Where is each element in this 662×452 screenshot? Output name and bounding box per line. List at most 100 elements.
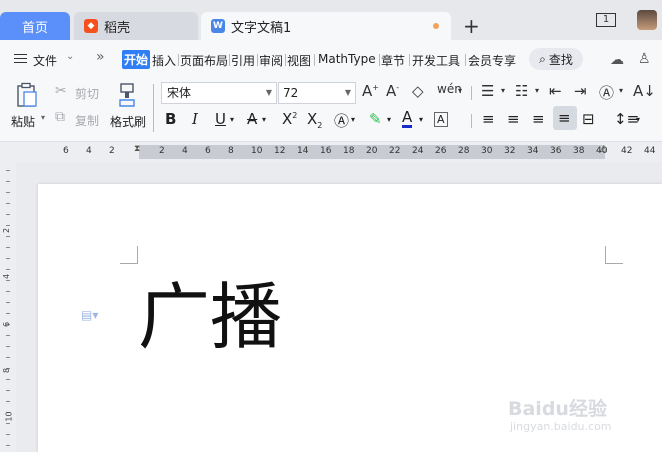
italic-icon[interactable]: I bbox=[192, 110, 198, 128]
text-direction-icon[interactable]: Ⓐ bbox=[599, 82, 614, 103]
ruler-tick bbox=[6, 423, 10, 424]
menu-tab-mathtype[interactable]: MathType bbox=[318, 52, 376, 66]
menu-tab-page-layout[interactable]: 页面布局 bbox=[180, 52, 228, 69]
tab-home[interactable]: 首页 bbox=[0, 12, 70, 40]
justify-button[interactable]: ≡ bbox=[553, 106, 577, 130]
left-indent-marker-icon[interactable]: ⧗ bbox=[134, 144, 140, 154]
ruler-tick bbox=[6, 280, 10, 281]
window-count-badge[interactable]: 1 bbox=[596, 13, 616, 27]
document-text[interactable]: 广播 bbox=[138, 272, 282, 362]
tab-daoke[interactable]: ◆ 稻壳 bbox=[74, 12, 198, 40]
ruler-tick bbox=[6, 379, 10, 380]
highlight-pen-icon[interactable]: ✎ bbox=[369, 110, 382, 128]
menu-tab-start[interactable]: 开始 bbox=[122, 50, 151, 69]
bullet-list-icon[interactable]: ☰ bbox=[481, 82, 494, 100]
menu-tab-chapter[interactable]: 章节 bbox=[381, 52, 405, 69]
bold-icon[interactable]: B bbox=[165, 110, 176, 128]
horizontal-ruler[interactable]: ⧗ △ 6 4 2 2 4 6 8 10 12 14 16 18 20 22 24 26 28 30 32 34 36 3… bbox=[0, 142, 662, 162]
underline-icon[interactable]: U bbox=[215, 110, 226, 128]
ruler-tick bbox=[6, 401, 10, 402]
superscript-icon[interactable]: X2 bbox=[282, 110, 297, 128]
char-border-icon[interactable]: A bbox=[434, 112, 448, 127]
chevron-down-icon[interactable]: ▾ bbox=[351, 115, 355, 124]
clear-format-eraser-icon[interactable]: ◇ bbox=[412, 82, 424, 100]
chevron-down-icon[interactable]: ▾ bbox=[419, 115, 423, 124]
align-left-icon[interactable]: ≡ bbox=[482, 110, 495, 128]
ruler-number: 42 bbox=[621, 146, 633, 156]
tab-daoke-label: 稻壳 bbox=[104, 20, 131, 36]
wps-writer-window: 首页 ◆ 稻壳 W 文字文稿1 + 1 文件 ⌄ » 开始 插入 页面布局 引用… bbox=[0, 0, 662, 452]
font-size-select[interactable]: 72 ▼ bbox=[278, 82, 356, 104]
double-chevron-right-icon[interactable]: » bbox=[96, 49, 105, 65]
chevron-down-icon[interactable]: ▾ bbox=[262, 115, 266, 124]
ruler-tick bbox=[6, 291, 10, 292]
tab-document-label: 文字文稿1 bbox=[231, 20, 292, 36]
ruler-number: 6 bbox=[63, 146, 69, 156]
decrease-indent-icon[interactable]: ⇤ bbox=[549, 82, 562, 100]
margin-corner-top-right bbox=[605, 246, 623, 264]
chevron-down-icon[interactable]: ▼ bbox=[266, 83, 272, 103]
file-menu[interactable]: 文件 bbox=[33, 52, 57, 69]
ruler-number: 24 bbox=[412, 146, 424, 156]
search-button[interactable]: ⌕ 查找 bbox=[529, 48, 583, 70]
ruler-tick bbox=[6, 192, 10, 193]
menu-tab-developer[interactable]: 开发工具 bbox=[412, 52, 460, 69]
scissors-icon[interactable]: ✂ bbox=[55, 83, 67, 99]
align-center-icon[interactable]: ≡ bbox=[507, 110, 520, 128]
chevron-down-icon[interactable]: ▾ bbox=[501, 86, 505, 95]
cut-button[interactable]: 剪切 bbox=[75, 85, 99, 102]
ruler-tick bbox=[6, 247, 10, 248]
text-effect-icon[interactable]: Ⓐ bbox=[334, 110, 349, 131]
copy-icon[interactable]: ⧉ bbox=[55, 109, 65, 125]
paste-button[interactable]: 粘贴 bbox=[11, 113, 35, 130]
menu-tab-insert[interactable]: 插入 bbox=[152, 52, 176, 69]
menu-tab-view[interactable]: 视图 bbox=[287, 52, 311, 69]
copy-button[interactable]: 复制 bbox=[75, 112, 99, 129]
menu-divider bbox=[409, 54, 410, 66]
numbered-list-icon[interactable]: ☷ bbox=[515, 82, 528, 100]
avatar[interactable] bbox=[637, 10, 657, 30]
chevron-down-icon[interactable]: ▾ bbox=[230, 115, 234, 124]
format-painter-button[interactable]: 格式刷 bbox=[110, 113, 146, 130]
ruler-tick bbox=[6, 203, 10, 204]
ruler-number: 6 bbox=[205, 146, 211, 156]
format-painter-icon[interactable] bbox=[117, 82, 137, 108]
paragraph-handle-icon[interactable]: ▤▾ bbox=[81, 308, 98, 322]
grow-font-icon[interactable]: A+ bbox=[362, 82, 379, 100]
ruler-number: 6 bbox=[2, 321, 12, 328]
chevron-down-icon[interactable]: ▾ bbox=[636, 115, 640, 124]
chevron-down-icon[interactable]: ▾ bbox=[619, 86, 623, 95]
distributed-align-icon[interactable]: ⊟ bbox=[582, 110, 595, 128]
ruler-tick bbox=[6, 225, 10, 226]
hamburger-menu-icon[interactable] bbox=[14, 54, 27, 63]
collaborate-user-icon[interactable]: ♙ bbox=[638, 51, 651, 67]
cloud-sync-icon[interactable]: ☁ bbox=[610, 52, 624, 68]
font-color-icon[interactable]: A bbox=[402, 110, 413, 128]
ruler-number: 22 bbox=[389, 146, 401, 156]
shrink-font-icon[interactable]: A- bbox=[386, 82, 399, 100]
ruler-number: 4 bbox=[2, 273, 12, 280]
chevron-down-icon[interactable]: ⌄ bbox=[66, 51, 74, 62]
sort-icon[interactable]: A↓ bbox=[633, 82, 656, 100]
menu-tab-review[interactable]: 审阅 bbox=[259, 52, 283, 69]
justify-icon: ≡ bbox=[558, 109, 571, 127]
font-family-select[interactable]: 宋体 ▼ bbox=[161, 82, 277, 104]
chevron-down-icon[interactable]: ▾ bbox=[387, 115, 391, 124]
vertical-ruler[interactable]: 2 4 6 8 10 bbox=[0, 162, 16, 452]
tab-document[interactable]: W 文字文稿1 bbox=[201, 12, 451, 40]
ruler-number: 10 bbox=[4, 411, 14, 422]
menu-tab-references[interactable]: 引用 bbox=[231, 52, 255, 69]
ruler-tick bbox=[6, 170, 10, 171]
strikethrough-icon[interactable]: A bbox=[247, 110, 257, 128]
increase-indent-icon[interactable]: ⇥ bbox=[574, 82, 587, 100]
align-right-icon[interactable]: ≡ bbox=[532, 110, 545, 128]
chevron-down-icon[interactable]: ▾ bbox=[41, 113, 45, 122]
new-tab-button[interactable]: + bbox=[463, 14, 480, 38]
chevron-down-icon[interactable]: ▼ bbox=[345, 83, 351, 103]
chevron-down-icon[interactable]: ▾ bbox=[458, 86, 462, 95]
chevron-down-icon[interactable]: ▾ bbox=[535, 86, 539, 95]
menu-tab-member[interactable]: 会员专享 bbox=[468, 52, 516, 69]
ruler-tick bbox=[6, 269, 10, 270]
subscript-icon[interactable]: X2 bbox=[307, 110, 322, 130]
paste-icon[interactable] bbox=[16, 82, 38, 108]
